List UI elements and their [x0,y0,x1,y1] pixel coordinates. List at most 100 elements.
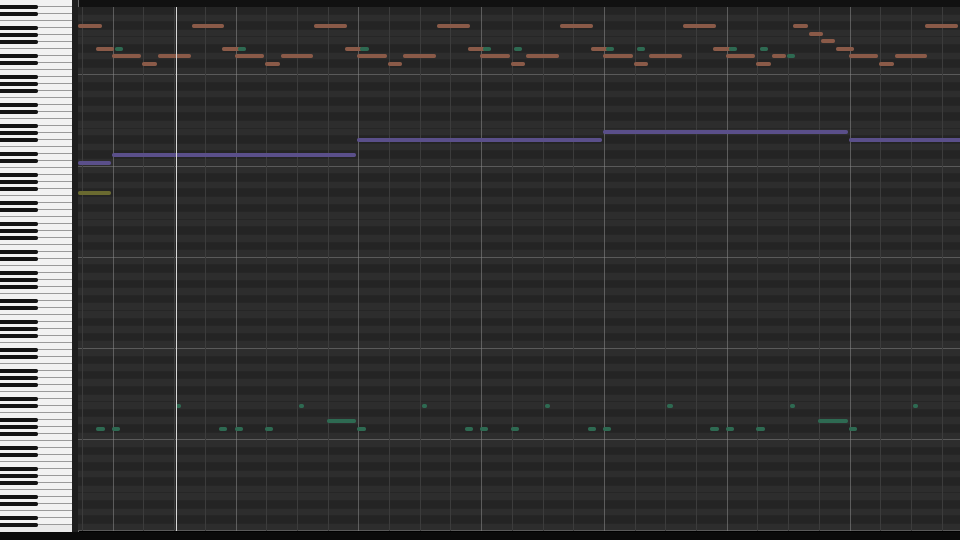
note-teal[interactable] [237,46,246,51]
note-orange[interactable] [633,62,648,66]
black-key[interactable] [0,418,38,422]
note-orange[interactable] [265,62,280,66]
note-orange[interactable] [191,24,225,28]
note-purple[interactable] [111,153,357,158]
black-key[interactable] [0,131,38,135]
note-teal[interactable] [913,404,919,408]
black-key[interactable] [0,320,38,324]
note-orange[interactable] [314,24,348,28]
black-key[interactable] [0,348,38,352]
black-key[interactable] [0,481,38,485]
note-teal[interactable] [234,426,243,431]
note-teal[interactable] [759,46,768,51]
black-key[interactable] [0,12,38,16]
piano-keyboard[interactable] [0,0,79,534]
note-orange[interactable] [111,54,142,59]
black-key[interactable] [0,82,38,86]
black-key[interactable] [0,495,38,499]
note-orange[interactable] [78,24,102,28]
note-orange[interactable] [848,54,879,59]
black-key[interactable] [0,222,38,226]
note-teal[interactable] [667,404,673,408]
black-key[interactable] [0,103,38,107]
black-key[interactable] [0,173,38,177]
note-orange[interactable] [142,62,157,66]
note-orange[interactable] [879,62,894,66]
note-teal[interactable] [710,426,719,431]
note-teal[interactable] [510,426,520,431]
note-orange[interactable] [234,54,265,59]
note-teal[interactable] [606,46,615,51]
black-key[interactable] [0,180,38,184]
black-key[interactable] [0,40,38,44]
note-teal[interactable] [265,426,274,431]
note-orange[interactable] [725,54,756,59]
black-key[interactable] [0,201,38,205]
note-olive[interactable] [78,191,111,196]
note-orange[interactable] [437,24,470,28]
black-key[interactable] [0,208,38,212]
note-orange[interactable] [388,62,403,66]
black-key[interactable] [0,425,38,429]
note-orange[interactable] [793,24,808,28]
note-teal[interactable] [111,426,120,431]
note-orange[interactable] [682,24,716,28]
black-key[interactable] [0,229,38,233]
note-teal[interactable] [464,426,474,431]
black-key[interactable] [0,467,38,471]
note-purple[interactable] [78,160,111,165]
note-teal[interactable] [728,46,738,51]
black-key[interactable] [0,327,38,331]
note-orange[interactable] [602,54,633,59]
note-orange[interactable] [280,54,314,59]
note-teal[interactable] [756,426,765,431]
black-key[interactable] [0,271,38,275]
black-key[interactable] [0,502,38,506]
note-teal[interactable] [357,426,366,431]
black-key[interactable] [0,383,38,387]
note-teal[interactable] [421,404,427,408]
note-teal[interactable] [480,426,489,431]
note-teal[interactable] [114,46,124,51]
black-key[interactable] [0,516,38,520]
black-key[interactable] [0,89,38,93]
black-key[interactable] [0,110,38,114]
note-orange[interactable] [559,24,593,28]
note-orange[interactable] [403,54,437,59]
black-key[interactable] [0,446,38,450]
note-orange[interactable] [357,54,388,59]
horizontal-scrollbar[interactable] [0,532,960,540]
black-key[interactable] [0,355,38,359]
black-key[interactable] [0,75,38,79]
playhead[interactable] [176,7,178,531]
note-teal[interactable] [725,426,734,431]
note-teal[interactable] [360,46,369,51]
black-key[interactable] [0,257,38,261]
note-orange[interactable] [480,54,510,59]
black-key[interactable] [0,376,38,380]
note-orange[interactable] [756,62,771,66]
black-key[interactable] [0,299,38,303]
black-key[interactable] [0,26,38,30]
note-teal[interactable] [513,46,523,51]
black-key[interactable] [0,474,38,478]
note-grid[interactable] [78,7,960,531]
note-teal[interactable] [848,426,857,431]
note-teal[interactable] [483,46,492,51]
note-purple[interactable] [848,138,960,142]
note-orange[interactable] [157,54,191,59]
black-key[interactable] [0,334,38,338]
note-orange[interactable] [510,62,526,66]
note-orange[interactable] [925,24,959,28]
note-orange[interactable] [526,54,559,59]
note-teal[interactable] [326,419,357,424]
note-teal[interactable] [602,426,612,431]
black-key[interactable] [0,187,38,191]
note-teal[interactable] [544,404,550,408]
note-teal[interactable] [587,426,596,431]
note-teal[interactable] [817,419,848,424]
black-key[interactable] [0,285,38,289]
black-key[interactable] [0,250,38,254]
black-key[interactable] [0,152,38,156]
black-key[interactable] [0,159,38,163]
